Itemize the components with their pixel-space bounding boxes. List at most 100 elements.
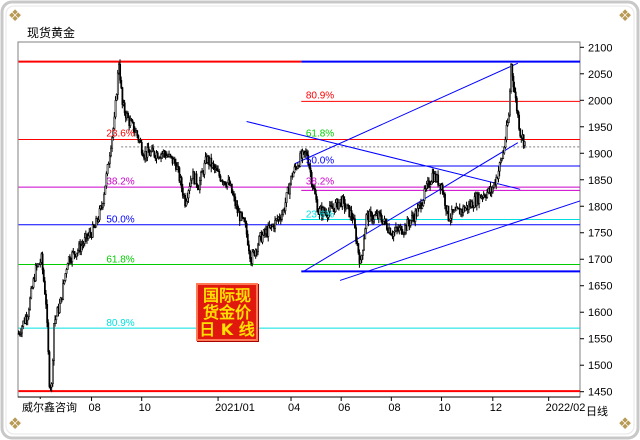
candle-body — [106, 164, 109, 175]
x-tick-label: 12 — [490, 402, 502, 414]
candle-body — [444, 193, 446, 206]
candle-body — [519, 128, 522, 137]
y-tick-label: 1900 — [588, 148, 612, 160]
candle-body — [514, 91, 517, 99]
candle-body — [449, 217, 452, 221]
candle-body — [189, 179, 192, 187]
candle-body — [248, 244, 250, 252]
candle-body — [356, 241, 359, 244]
candle-body — [140, 142, 143, 154]
candle-body — [407, 219, 410, 224]
fib-label: 50.0% — [306, 155, 334, 166]
y-tick-label: 1800 — [588, 201, 612, 213]
candle-body — [150, 151, 152, 156]
candle-body — [120, 79, 123, 88]
candle-body — [416, 208, 419, 217]
candle-body — [409, 220, 412, 226]
candle-body — [342, 196, 345, 200]
candle-body — [338, 202, 340, 210]
candle-body — [116, 72, 119, 95]
candle-body — [80, 245, 83, 252]
candle-body — [285, 192, 288, 203]
candle-body — [241, 212, 244, 218]
candle-body — [63, 280, 66, 284]
candle-body — [102, 203, 104, 208]
y-tick-label: 1500 — [588, 360, 612, 372]
candle-body — [50, 383, 53, 388]
fib-label: 80.9% — [306, 91, 334, 102]
candle-body — [142, 152, 144, 157]
chart-frame: 80.9% 23.6% 61.8% 50.0% 38.2% 38.2% 50.0% 23.6%… — [0, 0, 640, 440]
candle-body — [65, 269, 68, 274]
corner-ornament-icon: ❖ — [7, 6, 23, 25]
candle-body — [87, 235, 90, 240]
candle-body — [71, 251, 74, 263]
candle-body — [108, 155, 111, 164]
candle-body — [77, 250, 79, 254]
candle-body — [505, 124, 508, 140]
candle-body — [365, 214, 368, 230]
candle-body — [64, 273, 67, 281]
candle-body — [464, 207, 467, 212]
candle-body — [257, 244, 259, 253]
candle-body — [196, 184, 199, 189]
candle-body — [230, 183, 233, 194]
candle-body — [506, 122, 509, 126]
candle-body — [258, 236, 261, 246]
y-tick-label: 2050 — [588, 69, 612, 81]
candle-body — [363, 238, 365, 251]
candle-body — [147, 147, 150, 153]
candle-body — [55, 315, 58, 321]
y-tick-label: 2000 — [588, 95, 612, 107]
candle-body — [425, 183, 428, 189]
candle-body — [251, 251, 254, 264]
candle-body — [421, 205, 424, 209]
candle-body — [471, 201, 474, 208]
candle-body — [200, 171, 202, 181]
y-tick-label: 1750 — [588, 228, 612, 240]
candle-body — [45, 293, 47, 305]
x-tick-label: 08 — [89, 402, 101, 414]
candle-body — [441, 184, 444, 194]
candle-body — [83, 237, 86, 244]
candle-body — [274, 219, 277, 229]
candle-body — [26, 316, 29, 321]
candle-body — [187, 190, 190, 199]
y-tick-label: 1850 — [588, 175, 612, 187]
candle-body — [292, 172, 295, 178]
candle-body — [284, 202, 287, 212]
candle-body — [53, 323, 55, 361]
candle-body — [423, 188, 426, 201]
y-tick-label: 2100 — [588, 42, 612, 54]
x-tick-label: 08 — [388, 402, 400, 414]
candle-body — [502, 152, 505, 159]
candle-body — [89, 231, 92, 235]
fib-label: 50.0% — [106, 215, 134, 226]
candle-body — [511, 64, 514, 77]
candle-body — [398, 227, 401, 232]
candle-body — [382, 221, 385, 225]
candle-body — [513, 86, 516, 93]
candle-body — [43, 280, 46, 295]
candle-body — [447, 205, 450, 221]
corner-ornament-icon: ❖ — [7, 414, 23, 433]
publisher-label: 威尔鑫咨询 — [22, 399, 77, 415]
candle-body — [233, 194, 236, 198]
candle-body — [199, 180, 201, 191]
candle-body — [42, 269, 45, 282]
candle-body — [110, 147, 112, 157]
chart-title: 现货黄金 — [27, 26, 76, 40]
candle-body — [384, 218, 387, 224]
candle-body — [334, 202, 337, 212]
candle-body — [512, 75, 515, 88]
fib-label: 23.6% — [106, 128, 134, 139]
candle-body — [343, 199, 346, 209]
candle-body — [185, 201, 188, 207]
candle-body — [245, 223, 248, 235]
candle-body — [246, 233, 249, 246]
candle-body — [354, 218, 356, 228]
candle-body — [58, 302, 61, 314]
candle-body — [28, 309, 30, 317]
candle-body — [422, 200, 425, 206]
candle-body — [357, 243, 360, 253]
